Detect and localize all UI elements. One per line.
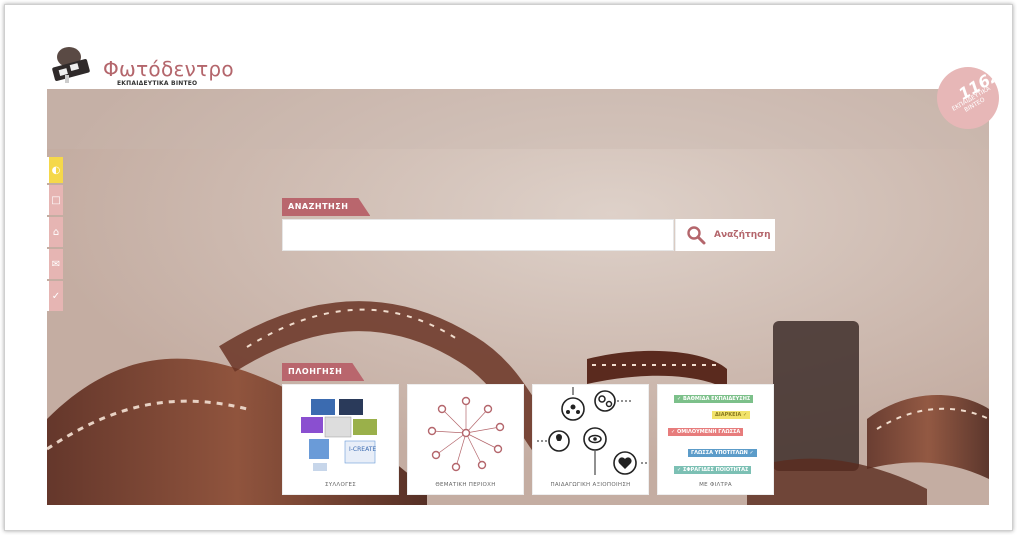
side-tab-highlight[interactable]: ◐ [47,157,63,183]
side-tab-4[interactable]: ✓ [47,281,63,311]
filter-label: ΓΛΩΣΣΑ ΥΠΟΤΙΤΛΩΝ [691,450,748,456]
filter-spoken-language: ✓ ΟΜΙΛΟΥΜΕΝΗ ΓΛΩΣΣΑ [668,428,744,436]
side-tab-1[interactable]: □ [47,185,63,215]
filter-education-level: ✓ ΒΑΘΜΙΔΑ ΕΚΠΑΙΔΕΥΣΗΣ [674,395,754,403]
lock-icon: ⌂ [52,226,60,238]
collections-icon: I-CREATE [301,399,377,471]
network-icon [427,396,505,472]
page-frame: Φωτόδεντρο ΕΚΠΑΙΔΕΥΤΙΚΑ ΒΙΝΤΕΟ 1162 ΕΚΠΑ… [4,4,1013,531]
nav-card-caption: ΜΕ ΦΙΛΤΡΑ [699,482,732,488]
nav-card-thematic[interactable]: ΘΕΜΑΤΙΚΗ ΠΕΡΙΟΧΗ [407,384,524,495]
logo[interactable] [49,45,95,85]
pedagogy-icon [537,387,647,475]
search-button-label: Αναζήτηση [714,230,771,240]
circle-icon: ◐ [51,164,61,176]
side-tab-2[interactable]: ⌂ [47,217,63,247]
nav-card-filters[interactable]: ✓ ΒΑΘΜΙΔΑ ΕΚΠΑΙΔΕΥΣΗΣ ΔΙΑΡΚΕΙΑ ✓ ✓ ΟΜΙΛΟ… [657,384,774,495]
filter-label: ΣΦΡΑΓΙΔΕΣ ΠΟΙΟΤΗΤΑΣ [682,467,749,473]
filter-duration: ΔΙΑΡΚΕΙΑ ✓ [712,411,751,419]
brand-title[interactable]: Φωτόδεντρο [103,57,234,81]
video-count-badge: 1162 ΕΚΠΑΙΔΕΥΤΙΚΑ ΒΙΝΤΕΟ [937,67,999,129]
search-button[interactable]: Αναζήτηση [675,219,775,251]
search-icon [687,226,706,245]
side-tab-3[interactable]: ✉ [47,249,63,279]
nav-card-caption: ΣΥΛΛΟΓΕΣ [324,482,357,488]
side-toolbar: ◐ □ ⌂ ✉ ✓ [47,157,63,313]
nav-card-collections[interactable]: I-CREATE ΣΥΛΛΟΓΕΣ [282,384,399,495]
navigation-section-label: ΠΛΟΗΓΗΣΗ [282,363,364,381]
filter-label: ΒΑΘΜΙΔΑ ΕΚΠΑΙΔΕΥΣΗΣ [682,396,751,402]
square-icon: □ [51,194,61,206]
search-section-label: ΑΝΑΖΗΤΗΣΗ [282,198,370,216]
filter-subtitle-language: ΓΛΩΣΣΑ ΥΠΟΤΙΤΛΩΝ ✓ [688,449,757,457]
nav-card-caption: ΠΑΙΔΑΓΩΓΙΚΗ ΑΞΙΟΠΟΙΗΣΗ [550,482,631,488]
filter-label: ΟΜΙΛΟΥΜΕΝΗ ΓΛΩΣΣΑ [676,429,741,435]
logo-icon [52,47,90,83]
search-input[interactable] [282,219,674,251]
filter-quality-seals: ✓ ΣΦΡΑΓΙΔΕΣ ΠΟΙΟΤΗΤΑΣ [674,466,752,474]
check-icon: ✓ [51,290,61,302]
svg-text:I-CREATE: I-CREATE [349,446,376,453]
nav-card-caption: ΘΕΜΑΤΙΚΗ ΠΕΡΙΟΧΗ [435,482,496,488]
filter-label: ΔΙΑΡΚΕΙΑ [715,412,742,418]
mail-icon: ✉ [51,258,61,270]
brand-subtitle: ΕΚΠΑΙΔΕΥΤΙΚΑ ΒΙΝΤΕΟ [117,80,198,87]
nav-card-pedagogy[interactable]: ΠΑΙΔΑΓΩΓΙΚΗ ΑΞΙΟΠΟΙΗΣΗ [532,384,649,495]
